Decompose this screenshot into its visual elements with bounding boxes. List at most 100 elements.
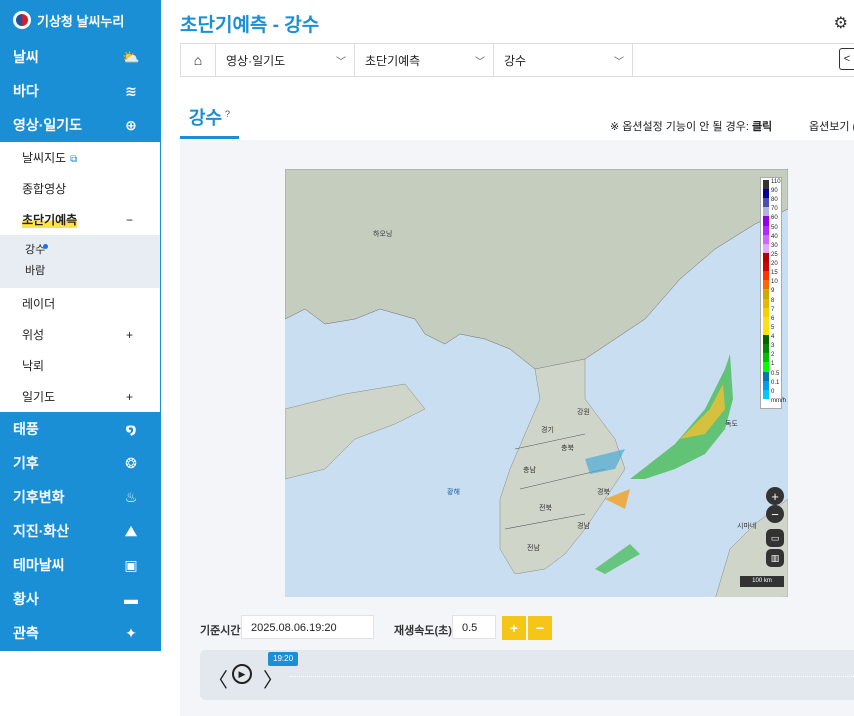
sidebar-item-weather[interactable]: 날씨 ⛅ [0, 40, 161, 74]
share-icon[interactable]: < [839, 48, 854, 70]
collapse-icon[interactable]: − [126, 213, 133, 227]
map-label: 황해 [447, 489, 460, 496]
home-icon[interactable]: ⌂ [181, 44, 216, 76]
legend-swatch [763, 307, 769, 317]
legend-value: 25 [771, 251, 778, 258]
legend-value: 40 [771, 233, 778, 240]
expand-icon[interactable]: + [126, 328, 133, 342]
sidebar: 기상청 날씨누리 날씨 ⛅ 바다 ≋ 영상·일기도 ⊕ 날씨지도 ⧉ 종합영상 초단기예… [0, 0, 161, 651]
active-dot-icon [43, 244, 48, 249]
legend-swatch [763, 316, 769, 326]
volcano-icon: ⛰ [125, 522, 137, 539]
third-item-wind[interactable]: 바람 [0, 261, 160, 282]
prev-frame-button[interactable]: 〈 [208, 664, 228, 693]
dust-icon: ▬ [124, 591, 138, 607]
map-label: 전남 [527, 545, 540, 552]
speed-minus-button[interactable]: − [528, 616, 552, 640]
third-menu: 강수 바람 [0, 235, 160, 288]
map-label: 경북 [597, 489, 610, 496]
zoom-out-button[interactable]: − [766, 505, 784, 523]
map-label: 시마네 [737, 523, 757, 530]
base-time-label: 기준시간 [200, 625, 241, 637]
legend-swatch [763, 216, 769, 226]
suitcase-icon: ▣ [124, 556, 138, 573]
sub-item-composite[interactable]: 종합영상 [0, 173, 160, 204]
legend-value: 0.1 [771, 379, 780, 386]
sub-item-weather-chart[interactable]: 일기도 + [0, 381, 160, 412]
sidebar-item-observe[interactable]: 관측 ✦ [0, 616, 161, 650]
speed-input[interactable]: 0.5 [452, 615, 496, 639]
legend-swatch [763, 335, 769, 345]
sidebar-item-earthquake[interactable]: 지진·화산 ⛰ [0, 514, 161, 548]
play-button[interactable]: ▶ [232, 664, 252, 684]
legend-value: 3 [771, 343, 775, 350]
sub-item-radar[interactable]: 레이더 [0, 288, 160, 319]
observe-icon: ✦ [125, 624, 137, 641]
notice-click-link[interactable]: 클릭 [752, 121, 772, 133]
speed-plus-button[interactable]: + [502, 616, 526, 640]
logo-text: 기상청 날씨누리 [37, 13, 125, 29]
sub-item-nowcast[interactable]: 초단기예측 − [0, 204, 160, 235]
map-label: 강원 [577, 409, 590, 416]
tab-precipitation[interactable]: 강수? [180, 104, 239, 130]
base-time-input[interactable]: 2025.08.06.19:20 [241, 615, 374, 639]
legend-swatch [763, 344, 769, 354]
help-icon[interactable]: ? [225, 109, 230, 119]
sidebar-item-typhoon[interactable]: 태풍 ໑ [0, 412, 161, 446]
logo[interactable]: 기상청 날씨누리 [0, 0, 161, 40]
legend-value: 4 [771, 334, 775, 341]
zoom-in-button[interactable]: + [766, 487, 784, 505]
gear-icon[interactable]: ⚙ [834, 13, 848, 33]
breadcrumb-select-1[interactable]: 영상·일기도 ﹀ [216, 44, 355, 76]
sidebar-item-theme[interactable]: 테마날씨 ▣ [0, 548, 161, 582]
sub-item-lightning[interactable]: 낙뢰 [0, 350, 160, 381]
third-item-precipitation[interactable]: 강수 [0, 240, 160, 261]
legend-swatch [763, 353, 769, 363]
legend-value: 20 [771, 261, 778, 268]
chevron-down-icon: ﹀ [475, 56, 485, 68]
sidebar-item-dust[interactable]: 황사 ▬ [0, 582, 161, 616]
precipitation-legend: 110 90 80 70 60 50 40 30 25 20 15 10 9 8 7 6 5 4 3 2 1 0.5 0.1… [760, 177, 786, 409]
timeline-track[interactable] [290, 676, 854, 677]
legend-value: 110 [771, 179, 781, 185]
legend-swatch [763, 362, 769, 372]
external-link-icon: ⧉ [70, 154, 78, 165]
sub-item-weather-map[interactable]: 날씨지도 ⧉ [0, 142, 160, 173]
cloud-sun-icon: ⛅ [122, 48, 140, 65]
sub-item-satellite[interactable]: 위성 + [0, 319, 160, 350]
option-toggle[interactable]: 옵션보기 ( [809, 118, 854, 134]
legend-swatch [763, 398, 769, 408]
legend-value: 60 [771, 215, 778, 222]
legend-value: 50 [771, 224, 778, 231]
legend-value: 8 [771, 297, 775, 304]
legend-swatch [763, 298, 769, 308]
precipitation-map[interactable]: 하오닝 강원 경기 충북 충남 전북 경북 경남 전남 독도 시마네 황해 11… [285, 169, 788, 597]
legend-swatch [763, 198, 769, 208]
next-frame-button[interactable]: 〉 [263, 664, 283, 693]
legend-value: 15 [771, 270, 778, 277]
sidebar-item-imagery[interactable]: 영상·일기도 ⊕ [0, 108, 161, 142]
legend-swatch [763, 262, 769, 272]
legend-value: 70 [771, 206, 778, 213]
chevron-down-icon: ﹀ [614, 56, 624, 68]
map-label: 충남 [523, 467, 536, 474]
sidebar-item-sea[interactable]: 바다 ≋ [0, 74, 161, 108]
legend-swatch [763, 271, 769, 281]
typhoon-icon: ໑ [125, 420, 137, 437]
breadcrumb-select-2[interactable]: 초단기예측 ﹀ [355, 44, 494, 76]
ruler-icon[interactable]: ▭ [766, 529, 784, 547]
sidebar-item-climate-change[interactable]: 기후변화 ♨ [0, 480, 161, 514]
breadcrumb-select-3[interactable]: 강수 ﹀ [494, 44, 633, 76]
kma-emblem-icon [13, 11, 31, 29]
wave-icon: ≋ [125, 82, 137, 99]
legend-value: 30 [771, 242, 778, 249]
map-label: 경기 [541, 427, 554, 434]
expand-icon[interactable]: + [126, 390, 133, 404]
map-terrain [285, 169, 788, 597]
legend-value: 90 [771, 188, 778, 195]
legend-value: 2 [771, 352, 775, 359]
breadcrumb: ⌂ 영상·일기도 ﹀ 초단기예측 ﹀ 강수 ﹀ [180, 43, 854, 77]
legend-swatch [763, 289, 769, 299]
layers-icon[interactable]: ▥ [766, 549, 784, 567]
sidebar-item-climate[interactable]: 기후 ❂ [0, 446, 161, 480]
